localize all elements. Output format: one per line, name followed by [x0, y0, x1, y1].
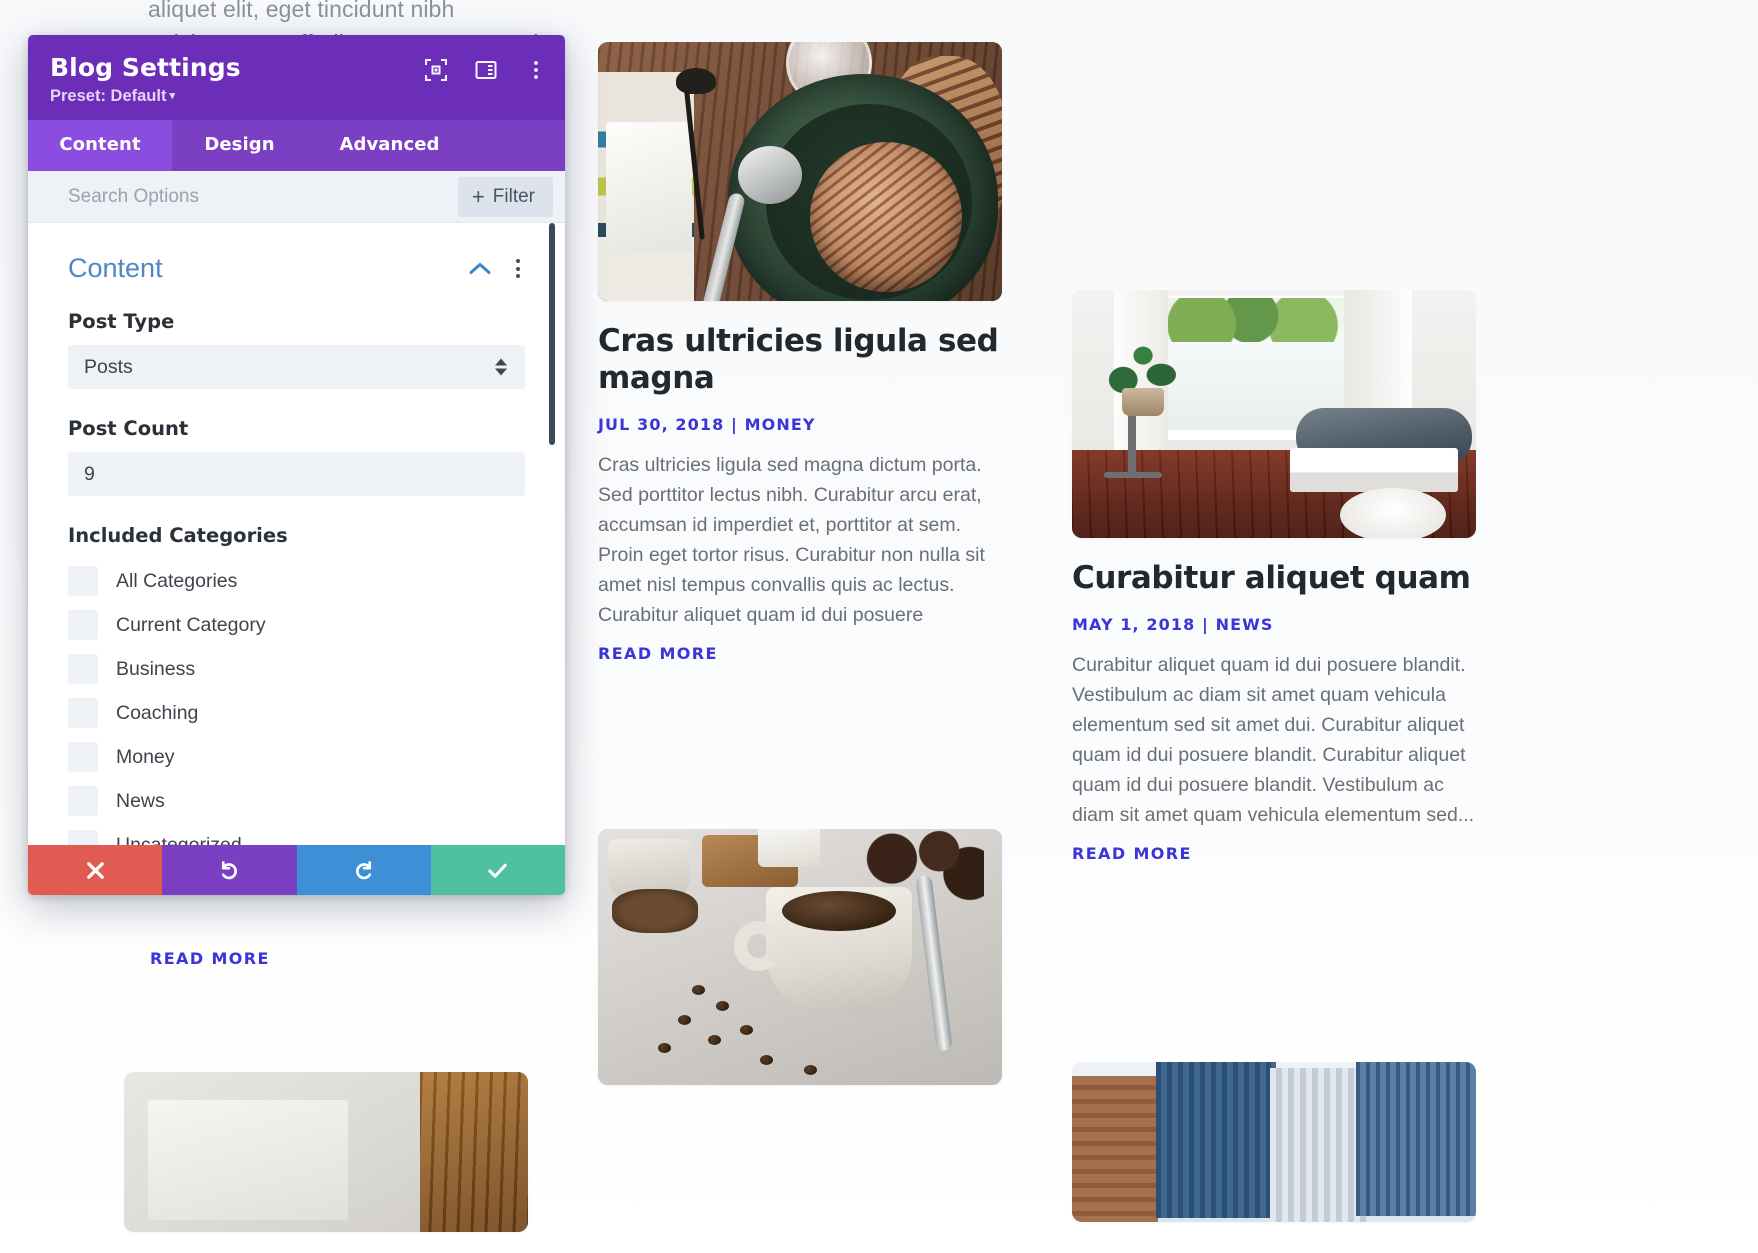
filter-label: Filter	[492, 185, 535, 207]
modal-header-actions	[425, 59, 547, 81]
post-meta: MAY 1, 2018 | NEWS	[1072, 615, 1274, 634]
chevron-up-icon[interactable]	[469, 262, 491, 275]
close-x-icon	[86, 861, 104, 879]
modal-scrollbar-track[interactable]	[549, 223, 555, 845]
checkbox-icon[interactable]	[68, 698, 98, 728]
category-row-uncategorized[interactable]: Uncategorized	[68, 823, 525, 845]
tab-advanced[interactable]: Advanced	[307, 120, 472, 171]
category-row-news[interactable]: News	[68, 779, 525, 823]
preset-label: Preset: Default	[50, 87, 167, 105]
preset-selector[interactable]: Preset: Default ▾	[50, 87, 175, 106]
category-label: News	[116, 789, 165, 812]
category-label: Money	[116, 745, 175, 768]
content-section-header: Content	[68, 253, 525, 284]
checkbox-icon[interactable]	[68, 742, 98, 772]
chevron-down-icon: ▾	[169, 90, 175, 102]
post-type-select[interactable]	[68, 345, 525, 389]
blog-post-card-middle-bottom	[598, 829, 1002, 1085]
modal-scrollbar-thumb[interactable]	[549, 223, 555, 445]
background-headline-line1: aliquet elit, eget tincidunt nibh	[148, 0, 455, 22]
category-row-business[interactable]: Business	[68, 647, 525, 691]
category-checkbox-list: All Categories Current Category Business…	[68, 559, 525, 845]
blog-settings-modal: Blog Settings Preset: Default ▾ Content …	[28, 35, 565, 895]
checkbox-icon[interactable]	[68, 610, 98, 640]
undo-arrow-icon	[221, 860, 237, 879]
blog-post-card-left: READ MORE	[124, 935, 528, 969]
post-type-label: Post Type	[68, 310, 175, 333]
category-row-current-category[interactable]: Current Category	[68, 603, 525, 647]
category-label: Current Category	[116, 613, 266, 636]
tab-design[interactable]: Design	[172, 120, 307, 171]
fullscreen-icon[interactable]	[425, 59, 447, 81]
post-count-input[interactable]	[68, 452, 525, 496]
tab-content[interactable]: Content	[28, 120, 172, 171]
checkbox-icon[interactable]	[68, 654, 98, 684]
post-type-field: Post Type	[68, 310, 525, 389]
post-excerpt: Cras ultricies ligula sed magna dictum p…	[598, 454, 985, 626]
category-label: Coaching	[116, 701, 199, 724]
section-kebab-menu-icon[interactable]	[511, 257, 525, 280]
post-count-label: Post Count	[68, 417, 189, 440]
category-row-money[interactable]: Money	[68, 735, 525, 779]
cancel-button[interactable]	[28, 845, 163, 895]
section-title: Content	[68, 253, 163, 283]
blog-post-card-middle-top: Cras ultricies ligula sed magna JUL 30, …	[598, 42, 1002, 664]
modal-header: Blog Settings Preset: Default ▾	[28, 35, 565, 120]
blog-post-card-right-mid: Curabitur aliquet quam MAY 1, 2018 | NEW…	[1072, 290, 1476, 864]
modal-footer-actions	[28, 845, 565, 895]
included-categories-label: Included Categories	[68, 524, 288, 547]
post-title[interactable]: Cras ultricies ligula sed magna	[598, 323, 1002, 397]
plus-icon: +	[471, 183, 485, 209]
post-title[interactable]: Curabitur aliquet quam	[1072, 560, 1476, 597]
blog-post-card-right-bottom	[1072, 1062, 1476, 1222]
redo-arrow-icon	[356, 860, 372, 879]
category-label: Business	[116, 657, 196, 680]
category-row-coaching[interactable]: Coaching	[68, 691, 525, 735]
checkbox-icon[interactable]	[68, 786, 98, 816]
checkmark-icon	[488, 863, 508, 878]
post-count-field: Post Count	[68, 417, 525, 496]
checkbox-icon[interactable]	[68, 830, 98, 845]
category-label: Uncategorized	[116, 833, 242, 846]
modal-body: Content Post Type Post Cou	[28, 223, 565, 845]
search-input[interactable]	[68, 185, 458, 208]
panel-layout-icon[interactable]	[475, 59, 497, 81]
read-more-link[interactable]: READ MORE	[598, 644, 718, 663]
living-room-interior-photo[interactable]	[1072, 290, 1476, 538]
category-row-all-categories[interactable]: All Categories	[68, 559, 525, 603]
category-label: All Categories	[116, 569, 238, 592]
undo-button[interactable]	[162, 845, 297, 895]
redo-button[interactable]	[296, 845, 431, 895]
modal-search-bar: + Filter	[28, 171, 565, 223]
post-excerpt: Curabitur aliquet quam id dui posuere bl…	[1072, 654, 1475, 826]
modal-tabs: Content Design Advanced	[28, 120, 565, 171]
city-buildings-photo[interactable]	[1072, 1062, 1476, 1222]
read-more-link[interactable]: READ MORE	[150, 949, 270, 968]
coffee-cup-beans-photo[interactable]	[598, 829, 1002, 1085]
read-more-link[interactable]: READ MORE	[1072, 844, 1192, 863]
filter-button[interactable]: + Filter	[457, 176, 553, 217]
save-button[interactable]	[430, 845, 565, 895]
checkbox-icon[interactable]	[68, 566, 98, 596]
post-meta: JUL 30, 2018 | MONEY	[598, 415, 816, 434]
included-categories-field: Included Categories All Categories Curre…	[68, 524, 525, 845]
food-pot-bread-photo[interactable]	[598, 42, 1002, 301]
blog-post-card-left-bottom	[124, 1072, 528, 1232]
wood-paper-photo[interactable]	[124, 1072, 528, 1232]
kebab-menu-icon[interactable]	[525, 59, 547, 81]
